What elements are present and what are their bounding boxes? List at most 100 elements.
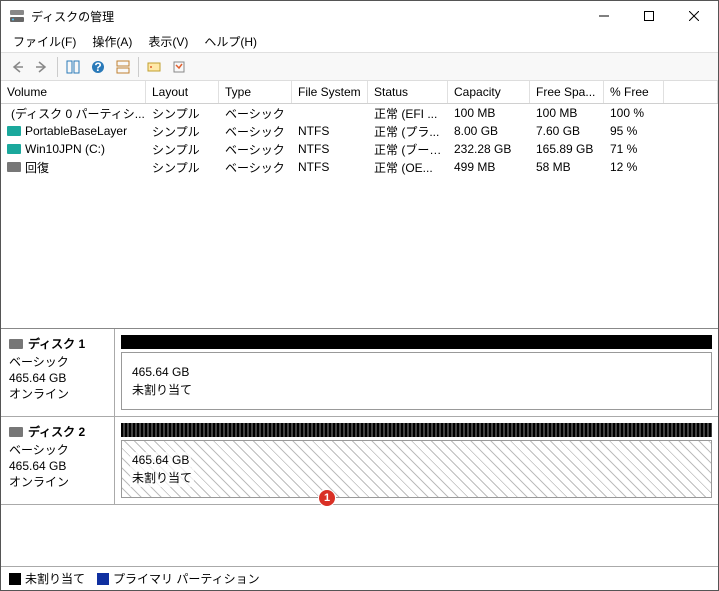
volume-row[interactable]: 回復 シンプルベーシックNTFS正常 (OE...499 MB58 MB12 %	[1, 158, 718, 176]
menubar: ファイル(F) 操作(A) 表示(V) ヘルプ(H)	[1, 31, 718, 53]
col-free[interactable]: Free Spa...	[530, 81, 604, 103]
disk-status: オンライン	[9, 386, 106, 402]
forward-button[interactable]	[30, 56, 54, 78]
toolbar: ?	[1, 53, 718, 81]
disk-type: ベーシック	[9, 442, 106, 458]
vol-name: 回復	[25, 159, 49, 176]
disk-icon	[9, 339, 23, 349]
disk-size: 465.64 GB	[9, 370, 106, 386]
col-status[interactable]: Status	[368, 81, 448, 103]
vol-capacity: 8.00 GB	[448, 123, 530, 139]
col-extra[interactable]	[664, 81, 718, 103]
disk-status: オンライン	[9, 474, 106, 490]
vol-layout: シンプル	[146, 158, 219, 177]
annotation-badge: 1	[318, 489, 336, 507]
view2-button[interactable]	[111, 56, 135, 78]
menu-view[interactable]: 表示(V)	[140, 31, 196, 52]
vol-capacity: 499 MB	[448, 159, 530, 175]
vol-name: PortableBaseLayer	[25, 124, 127, 138]
vol-fs: NTFS	[292, 123, 368, 139]
menu-file[interactable]: ファイル(F)	[5, 31, 84, 52]
properties-button[interactable]	[167, 56, 191, 78]
window-title: ディスクの管理	[31, 8, 581, 25]
partition-box[interactable]: 465.64 GB未割り当て1	[121, 440, 712, 498]
disk-stripe	[121, 423, 712, 437]
vol-free: 58 MB	[530, 159, 604, 175]
partition-size: 465.64 GB	[130, 364, 191, 380]
disk-stripe	[121, 335, 712, 349]
vol-free: 100 MB	[530, 105, 604, 121]
app-icon	[9, 8, 25, 24]
col-pctfree[interactable]: % Free	[604, 81, 664, 103]
vol-name: Win10JPN (C:)	[25, 142, 105, 156]
vol-pctfree: 71 %	[604, 141, 664, 157]
partition-box[interactable]: 465.64 GB未割り当て	[121, 352, 712, 410]
partition-label: 未割り当て	[130, 468, 194, 487]
menu-help[interactable]: ヘルプ(H)	[196, 31, 265, 52]
disk-size: 465.64 GB	[9, 458, 106, 474]
vol-free: 165.89 GB	[530, 141, 604, 157]
volume-row[interactable]: PortableBaseLayer シンプルベーシックNTFS正常 (プラ...8…	[1, 122, 718, 140]
legend: 未割り当て プライマリ パーティション	[1, 566, 718, 590]
vol-name: (ディスク 0 パーティシ...	[11, 105, 145, 122]
refresh-button[interactable]	[142, 56, 166, 78]
close-button[interactable]	[671, 1, 716, 31]
partition-label: 未割り当て	[130, 380, 194, 399]
menu-action[interactable]: 操作(A)	[84, 31, 140, 52]
legend-unallocated: 未割り当て	[9, 570, 85, 587]
volume-rows: (ディスク 0 パーティシ...シンプルベーシック正常 (EFI ...100 …	[1, 104, 718, 328]
vol-status: 正常 (EFI ...	[368, 104, 448, 123]
minimize-button[interactable]	[581, 1, 626, 31]
vol-type: ベーシック	[219, 140, 292, 159]
view1-button[interactable]	[61, 56, 85, 78]
vol-pctfree: 100 %	[604, 105, 664, 121]
titlebar: ディスクの管理	[1, 1, 718, 31]
disk-info[interactable]: ディスク 1 ベーシック465.64 GBオンライン	[1, 329, 115, 416]
disk-row: ディスク 1ベーシック465.64 GBオンライン465.64 GB未割り当て	[1, 329, 718, 417]
vol-type: ベーシック	[219, 122, 292, 141]
vol-layout: シンプル	[146, 122, 219, 141]
partition-size: 465.64 GB	[130, 452, 191, 468]
vol-fs: NTFS	[292, 141, 368, 157]
volume-list-panel: Volume Layout Type File System Status Ca…	[1, 81, 718, 329]
volume-row[interactable]: (ディスク 0 パーティシ...シンプルベーシック正常 (EFI ...100 …	[1, 104, 718, 122]
disk-graphic: 465.64 GB未割り当て	[115, 329, 718, 416]
disk-graphic: 465.64 GB未割り当て 1	[115, 417, 718, 504]
col-filesystem[interactable]: File System	[292, 81, 368, 103]
legend-unalloc-label: 未割り当て	[25, 570, 85, 587]
vol-type: ベーシック	[219, 158, 292, 177]
col-type[interactable]: Type	[219, 81, 292, 103]
help-button[interactable]: ?	[86, 56, 110, 78]
col-volume[interactable]: Volume	[1, 81, 146, 103]
disk-panel: ディスク 1ベーシック465.64 GBオンライン465.64 GB未割り当てデ…	[1, 329, 718, 566]
vol-pctfree: 95 %	[604, 123, 664, 139]
vol-capacity: 232.28 GB	[448, 141, 530, 157]
vol-type: ベーシック	[219, 104, 292, 123]
disk-icon	[7, 144, 21, 154]
disk-row: ディスク 2ベーシック465.64 GBオンライン465.64 GB未割り当て1	[1, 417, 718, 505]
vol-fs: NTFS	[292, 159, 368, 175]
maximize-button[interactable]	[626, 1, 671, 31]
col-capacity[interactable]: Capacity	[448, 81, 530, 103]
vol-capacity: 100 MB	[448, 105, 530, 121]
vol-fs	[292, 112, 368, 114]
volume-row[interactable]: Win10JPN (C:)シンプルベーシックNTFS正常 (ブート...232.…	[1, 140, 718, 158]
vol-layout: シンプル	[146, 104, 219, 123]
vol-layout: シンプル	[146, 140, 219, 159]
svg-text:?: ?	[94, 60, 101, 74]
legend-primary-label: プライマリ パーティション	[113, 570, 260, 587]
disk-type: ベーシック	[9, 354, 106, 370]
vol-pctfree: 12 %	[604, 159, 664, 175]
col-layout[interactable]: Layout	[146, 81, 219, 103]
disk-icon	[7, 126, 21, 136]
legend-primary: プライマリ パーティション	[97, 570, 260, 587]
vol-free: 7.60 GB	[530, 123, 604, 139]
vol-status: 正常 (OE...	[368, 158, 448, 177]
disk-icon	[7, 162, 21, 172]
back-button[interactable]	[5, 56, 29, 78]
vol-status: 正常 (プラ...	[368, 122, 448, 141]
disk-info[interactable]: ディスク 2 ベーシック465.64 GBオンライン	[1, 417, 115, 504]
disk-name: ディスク 2	[28, 423, 85, 440]
disk-name: ディスク 1	[28, 335, 85, 352]
volume-header-row: Volume Layout Type File System Status Ca…	[1, 81, 718, 104]
